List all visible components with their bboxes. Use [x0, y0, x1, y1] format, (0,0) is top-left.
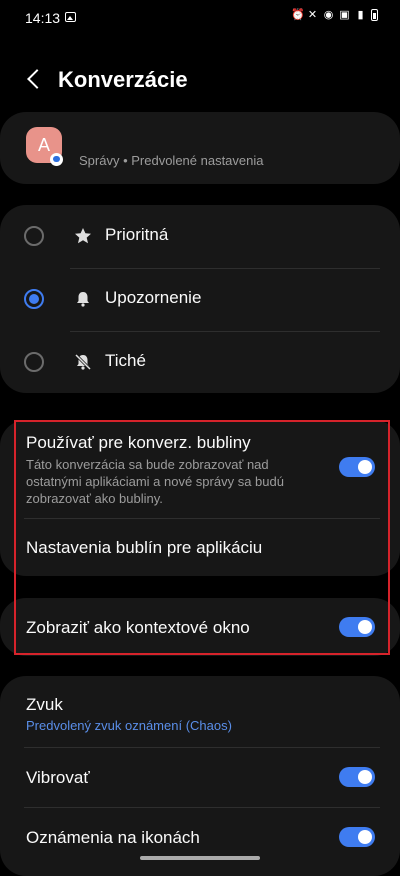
radio-priority[interactable]: [24, 226, 44, 246]
bubble-app-settings-label: Nastavenia bublín pre aplikáciu: [26, 538, 263, 557]
bubble-app-settings-row[interactable]: Nastavenia bublín pre aplikáciu: [0, 519, 400, 576]
radio-row-alert[interactable]: Upozornenie: [0, 268, 400, 330]
volte-icon: ▣: [339, 9, 350, 21]
hotspot-icon: ◉: [323, 9, 334, 21]
sound-value: Predvolený zvuk oznámení (Chaos): [26, 718, 232, 733]
sound-title: Zvuk: [26, 695, 63, 714]
bubbles-title: Používať pre konverz. bubliny: [26, 433, 251, 452]
radio-row-priority[interactable]: Prioritná: [0, 205, 400, 267]
bubbles-card: Používať pre konverz. bubliny Táto konve…: [0, 420, 400, 576]
app-header: Konverzácie: [0, 55, 400, 105]
radio-row-silent[interactable]: Tiché: [0, 331, 400, 393]
signal-icon: ▮: [357, 9, 364, 21]
battery-icon: [371, 9, 378, 21]
page-title: Konverzácie: [58, 67, 188, 92]
sound-row[interactable]: Zvuk Predvolený zvuk oznámení (Chaos): [0, 676, 400, 746]
bubbles-desc-line1: Táto konverzácia sa bude zobrazovať nad: [26, 457, 269, 472]
messages-badge-icon: [50, 153, 63, 166]
status-time: 14:13: [25, 10, 61, 26]
popup-label: Zobraziť ako kontextové okno: [26, 618, 250, 637]
vibrate-toggle[interactable]: [339, 767, 375, 787]
bell-off-icon: [74, 353, 92, 371]
alarm-icon: ⏰: [291, 9, 305, 21]
bell-icon: [77, 292, 89, 307]
bubbles-toggle[interactable]: [339, 457, 375, 477]
app-subtitle: Správy • Predvolené nastavenia: [79, 153, 264, 168]
status-icons: ⏰ ✕ ◉ ▣ ▮: [291, 9, 378, 21]
radio-silent[interactable]: [24, 352, 44, 372]
back-button[interactable]: [18, 63, 50, 95]
vibrate-label: Vibrovať: [26, 768, 90, 787]
bubbles-toggle-row[interactable]: Používať pre konverz. bubliny Táto konve…: [0, 420, 400, 518]
gallery-notification-icon: [65, 12, 76, 22]
popup-toggle[interactable]: [339, 617, 375, 637]
bubbles-desc-line2: ostatnými aplikáciami a nové správy sa b…: [26, 474, 284, 489]
radio-label-silent: Tiché: [105, 351, 146, 370]
star-icon: [75, 228, 91, 244]
icon-badges-toggle[interactable]: [339, 827, 375, 847]
radio-label-priority: Prioritná: [105, 225, 169, 244]
popup-card[interactable]: Zobraziť ako kontextové okno: [0, 598, 400, 656]
radio-label-alert: Upozornenie: [105, 288, 202, 307]
status-bar: 14:13 ⏰ ✕ ◉ ▣ ▮: [0, 0, 400, 36]
importance-card: Prioritná Upozornenie Tiché: [0, 205, 400, 393]
mute-icon: ✕: [307, 9, 318, 21]
icon-badges-label: Oznámenia na ikonách: [26, 828, 200, 847]
radio-alert[interactable]: [24, 289, 44, 309]
sound-card: Zvuk Predvolený zvuk oznámení (Chaos) Vi…: [0, 676, 400, 876]
bubbles-desc-line3: zobrazovať ako bubliny.: [26, 491, 163, 506]
vibrate-row[interactable]: Vibrovať: [0, 748, 400, 806]
home-indicator[interactable]: [140, 856, 260, 860]
